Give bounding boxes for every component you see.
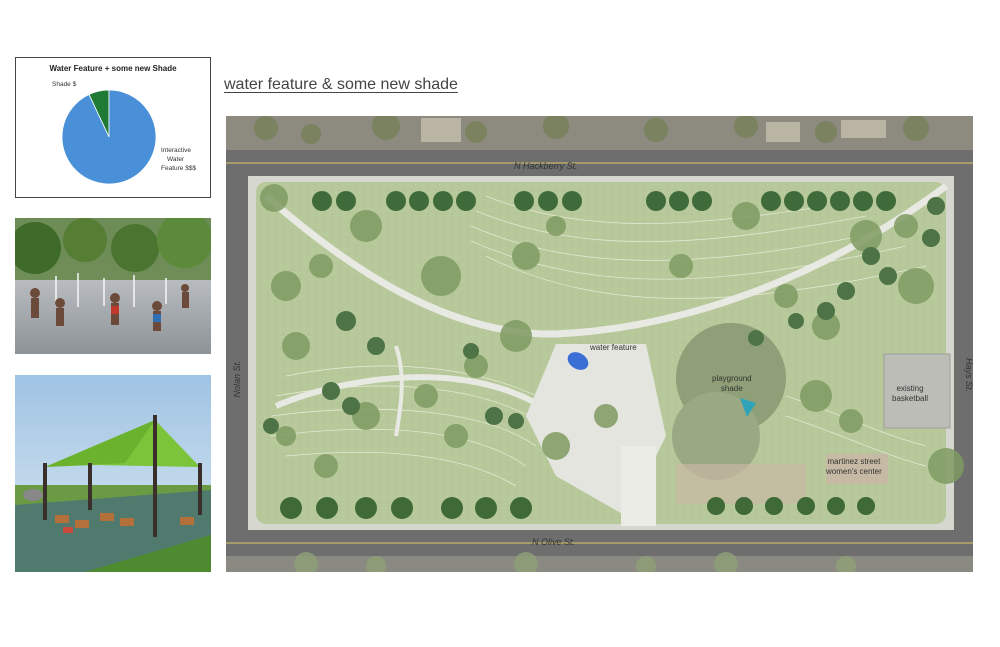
basketball-label-line1: existing xyxy=(896,384,924,393)
park-site-plan: N Hackberry St. N Olive St. Nolan St. Ha… xyxy=(226,116,973,572)
basketball-label: existing basketball xyxy=(892,384,928,404)
playground-shade-label: playground shade xyxy=(712,374,752,394)
pie-chart-title: Water Feature + some new Shade xyxy=(49,64,177,73)
shade-sail-photo xyxy=(15,375,211,572)
center-label-line2: women's center xyxy=(826,467,882,476)
pie-label-water-line3: Feature $$$ xyxy=(161,165,197,172)
basketball-label-line2: basketball xyxy=(892,394,929,403)
pie-chart-panel: Water Feature + some new Shade Shade $ I… xyxy=(15,57,211,198)
pie-slice-1 xyxy=(61,89,157,185)
street-label-west: Nolan St. xyxy=(232,360,242,398)
womens-center-label: martinez street women's center xyxy=(826,457,882,477)
page-heading: water feature & some new shade xyxy=(224,76,458,93)
splash-pad-photo xyxy=(15,218,211,354)
pie-label-water-line1: Interactive xyxy=(161,147,191,154)
water-feature-label: water feature xyxy=(590,343,637,352)
street-label-south: N Olive St. xyxy=(532,537,576,547)
playground-label-line1: playground xyxy=(712,374,752,383)
pie-label-water: Interactive Water Feature $$$ xyxy=(161,146,196,173)
playground-label-line2: shade xyxy=(720,384,743,393)
street-label-east: Hays St. xyxy=(964,357,973,392)
center-label-line1: martinez street xyxy=(827,457,881,466)
pie-label-water-line2: Water xyxy=(167,156,185,163)
pie-chart xyxy=(61,89,157,185)
pie-label-shade: Shade $ xyxy=(52,81,77,88)
street-label-north: N Hackberry St. xyxy=(514,161,578,171)
